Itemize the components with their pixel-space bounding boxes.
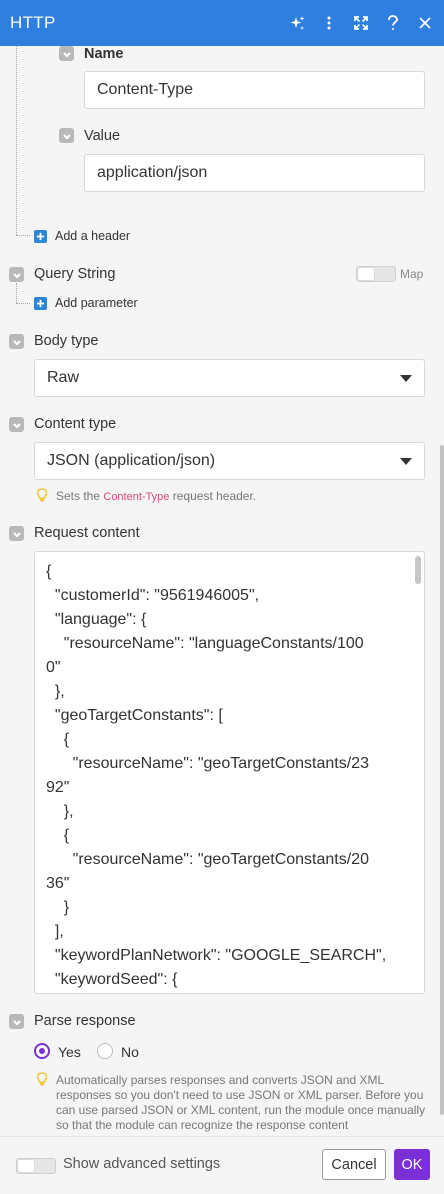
tree-line — [16, 46, 17, 235]
sparkle-icon[interactable] — [288, 14, 306, 32]
chevron-down-icon — [400, 375, 412, 382]
request-content-editor[interactable]: { "customerId": "9561946005", "language"… — [34, 551, 425, 994]
code-line: 92" — [46, 779, 70, 796]
code-line: { — [46, 827, 70, 844]
code-line: ], — [46, 923, 64, 940]
tree-line — [16, 283, 17, 303]
hint-suffix: request header. — [169, 489, 257, 503]
code-line: { — [46, 563, 52, 580]
code-line: "customerId": "9561946005", — [46, 587, 260, 604]
content-type-label: Content type — [34, 416, 117, 432]
hint-code: Content-Type — [103, 491, 170, 503]
add-parameter-button[interactable] — [34, 297, 47, 310]
add-header-button[interactable] — [34, 230, 47, 243]
toggle-knob — [18, 1160, 34, 1172]
code-line: 36" — [46, 875, 70, 892]
yes-label[interactable]: Yes — [58, 1044, 81, 1060]
tree-line — [16, 303, 30, 304]
value-label: Value — [84, 128, 121, 144]
body-type-collapse-toggle[interactable] — [9, 334, 24, 349]
add-parameter-link[interactable]: Add parameter — [55, 296, 138, 310]
parse-response-hint: Automatically parses responses and conve… — [56, 1073, 426, 1132]
parse-response-no-radio[interactable] — [97, 1043, 113, 1059]
parse-response-collapse-toggle[interactable] — [9, 1014, 24, 1029]
body-type-value: Raw — [47, 369, 80, 386]
body-type-select[interactable]: Raw — [34, 359, 425, 397]
name-label: Name — [84, 46, 124, 62]
value-collapse-toggle[interactable] — [59, 128, 74, 143]
tree-line — [16, 235, 30, 236]
toggle-knob — [358, 268, 374, 280]
module-settings-panel: Name Content-Type Value application/json… — [0, 46, 444, 1136]
content-type-select[interactable]: JSON (application/json) — [34, 442, 425, 480]
code-line: "keywordPlanNetwork": "GOOGLE_SEARCH", — [46, 947, 387, 964]
add-header-link[interactable]: Add a header — [55, 229, 130, 243]
close-icon[interactable] — [416, 14, 434, 32]
header-name-input[interactable]: Content-Type — [84, 71, 425, 109]
header-value-input[interactable]: application/json — [84, 154, 425, 192]
request-content-collapse-toggle[interactable] — [9, 526, 24, 541]
code-line: }, — [46, 683, 65, 700]
code-line: } — [46, 899, 70, 916]
advanced-settings-label[interactable]: Show advanced settings — [63, 1156, 220, 1172]
module-title: HTTP — [10, 13, 56, 32]
code-line: }, — [46, 803, 74, 820]
parse-response-label: Parse response — [34, 1013, 136, 1029]
content-type-collapse-toggle[interactable] — [9, 417, 24, 432]
chevron-down-icon — [400, 458, 412, 465]
editor-scrollbar[interactable] — [415, 556, 421, 584]
panel-scrollbar[interactable] — [440, 445, 444, 1115]
code-line: "resourceName": "geoTargetConstants/23 — [46, 755, 369, 772]
lightbulb-icon — [36, 1072, 48, 1086]
ok-button[interactable]: OK — [394, 1149, 430, 1180]
request-content-label: Request content — [34, 525, 140, 541]
content-type-value: JSON (application/json) — [47, 452, 216, 469]
module-header: HTTP — [0, 0, 444, 46]
body-type-label: Body type — [34, 333, 99, 349]
code-line: "language": { — [46, 611, 147, 628]
hint-prefix: Sets the — [56, 489, 104, 503]
code-line: "resourceName": "geoTargetConstants/20 — [46, 851, 369, 868]
name-collapse-toggle[interactable] — [59, 46, 74, 61]
code-line: { — [46, 731, 70, 748]
code-line: "resourceName": "languageConstants/100 — [46, 635, 364, 652]
code-line: "keywordSeed": { — [46, 971, 178, 988]
advanced-settings-toggle[interactable] — [16, 1158, 56, 1174]
map-label: Map — [400, 267, 424, 281]
expand-icon[interactable] — [352, 14, 370, 32]
help-icon[interactable] — [384, 14, 402, 32]
module-footer: Show advanced settings Cancel OK — [0, 1136, 444, 1194]
code-line: 0" — [46, 659, 61, 676]
code-line: "geoTargetConstants": [ — [46, 707, 223, 724]
parse-response-yes-radio[interactable] — [34, 1043, 50, 1059]
content-type-hint: Sets the Content-Type request header. — [56, 489, 256, 505]
cancel-button[interactable]: Cancel — [322, 1149, 386, 1180]
query-string-label: Query String — [34, 266, 116, 282]
more-vertical-icon[interactable] — [320, 14, 338, 32]
map-toggle[interactable] — [356, 266, 396, 282]
header-toolbar — [288, 14, 434, 32]
lightbulb-icon — [36, 488, 48, 502]
request-content-text: { "customerId": "9561946005", "language"… — [46, 560, 401, 992]
query-string-collapse-toggle[interactable] — [9, 267, 24, 282]
no-label[interactable]: No — [121, 1044, 139, 1060]
